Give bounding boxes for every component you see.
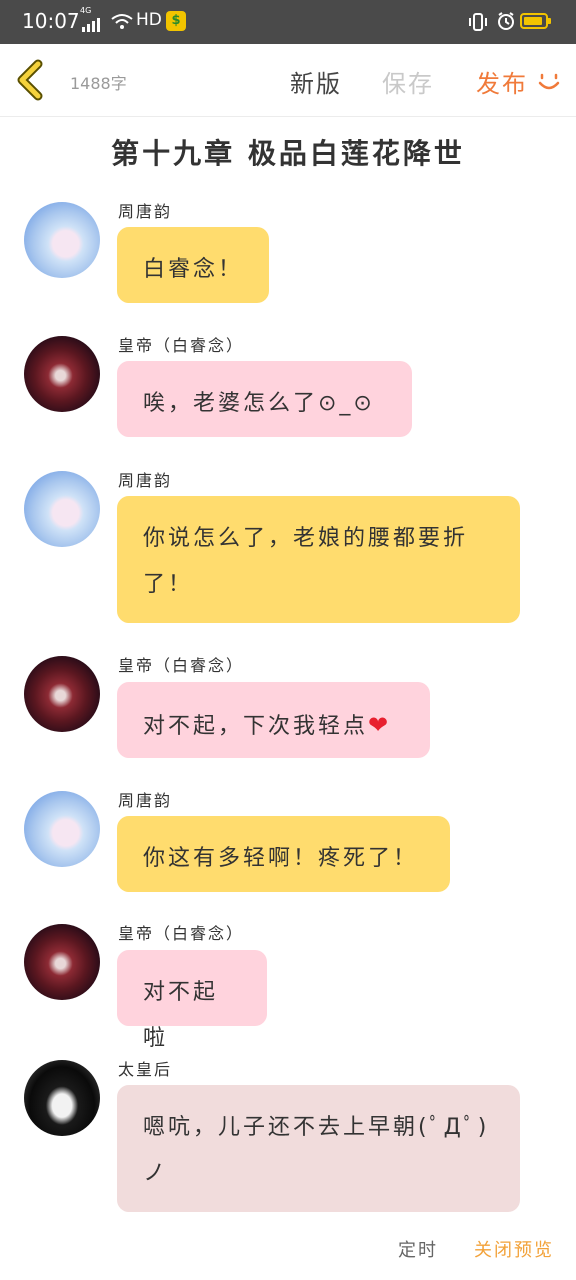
speaker-name: 周唐韵 (118, 471, 173, 490)
avatar[interactable] (24, 924, 100, 1000)
chapter-title: 第十九章 极品白莲花降世 (111, 137, 465, 170)
emoji-smile-icon[interactable] (536, 69, 562, 99)
signal-icon: 4G (80, 6, 100, 32)
new-version-button[interactable]: 新版 (290, 64, 342, 99)
message-bubble[interactable]: 对不起啦 (117, 950, 267, 1051)
avatar[interactable] (24, 336, 100, 412)
editor-toolbar: 1488字 新版 保存 发布 (0, 44, 576, 117)
status-time: 10:07 (22, 9, 80, 33)
wifi-icon (110, 13, 134, 35)
speaker-name: 皇帝（白睿念） (118, 924, 245, 943)
avatar[interactable] (24, 471, 100, 547)
message-text: 对不起，下次我轻点 (143, 714, 369, 739)
avatar[interactable] (24, 202, 100, 278)
chevron-left-icon (17, 59, 43, 101)
network-type-label: 4G (80, 6, 92, 15)
speaker-name: 太皇后 (118, 1060, 173, 1079)
message-bubble[interactable]: 白睿念！ (117, 227, 269, 303)
alarm-icon (496, 11, 516, 35)
schedule-button[interactable]: 定时 (398, 1236, 438, 1262)
save-button[interactable]: 保存 (382, 64, 434, 99)
status-bar: 10:07 4G HD $ (0, 0, 576, 44)
battery-icon (520, 13, 551, 29)
heart-emoji: ❤ (368, 711, 392, 739)
speaker-name: 皇帝（白睿念） (118, 656, 245, 675)
hd-label: HD (136, 10, 162, 30)
back-button[interactable] (12, 58, 48, 102)
app-notification-icon: $ (166, 11, 186, 31)
message-bubble[interactable]: 对不起，下次我轻点❤ (117, 682, 430, 758)
close-preview-button[interactable]: 关闭预览 (474, 1236, 554, 1262)
avatar[interactable] (24, 656, 100, 732)
message-bubble[interactable]: 你这有多轻啊！疼死了！ (117, 816, 450, 892)
speaker-name: 周唐韵 (118, 791, 173, 810)
avatar[interactable] (24, 791, 100, 867)
message-bubble[interactable]: 唉，老婆怎么了⊙_⊙ (117, 361, 412, 437)
message-bubble[interactable]: 嗯吭，儿子还不去上早朝(ﾟДﾟ) ノ (117, 1085, 520, 1212)
message-bubble[interactable]: 你说怎么了，老娘的腰都要折了！ (117, 496, 520, 623)
avatar[interactable] (24, 1060, 100, 1136)
word-count: 1488字 (70, 74, 127, 93)
publish-button[interactable]: 发布 (476, 64, 528, 99)
speaker-name: 周唐韵 (118, 202, 173, 221)
speaker-name: 皇帝（白睿念） (118, 336, 245, 355)
vibrate-icon (467, 12, 489, 36)
